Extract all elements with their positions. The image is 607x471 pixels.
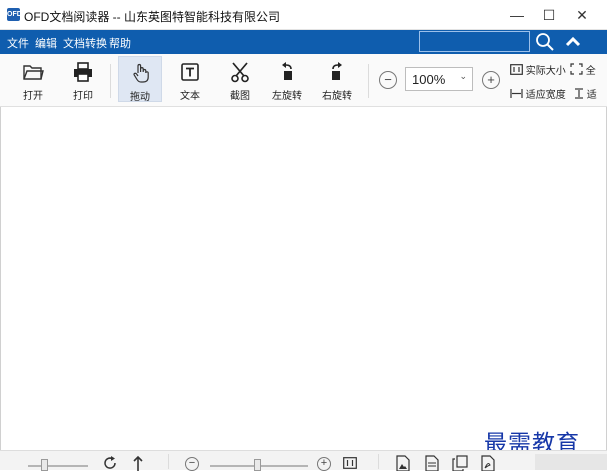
toolbar: 打开 打印 拖动 文本 截图 左旋转 右旋转 − 100% ⌄ + 实际大小 全…	[0, 54, 607, 107]
copy-pages-icon[interactable]	[452, 455, 468, 471]
pdf-page-icon[interactable]	[481, 455, 495, 471]
zoom-out-button[interactable]: −	[379, 71, 397, 89]
text-label: 文本	[180, 91, 200, 102]
print-button[interactable]: 打印	[61, 56, 105, 102]
zoom-out-icon: −	[384, 72, 392, 87]
fit-width-icon	[510, 89, 523, 98]
printer-icon	[74, 62, 92, 82]
toolbar-divider	[110, 64, 111, 98]
menu-help[interactable]: 帮助	[109, 35, 131, 51]
fullscreen-button[interactable]: 全	[570, 62, 596, 77]
drag-button[interactable]: 拖动	[118, 56, 162, 103]
fit-page-button[interactable]: 适	[574, 86, 597, 101]
status-zoom-out-button[interactable]: −	[185, 457, 199, 471]
menu-file[interactable]: 文件	[7, 35, 29, 51]
image-page-icon[interactable]	[396, 455, 410, 471]
document-page-icon[interactable]	[425, 455, 439, 471]
fit-width-label: 适应宽度	[525, 90, 566, 101]
text-icon	[181, 63, 199, 81]
close-button[interactable]: ✕	[565, 0, 599, 30]
minimize-icon: —	[510, 7, 524, 23]
zoom-in-button[interactable]: +	[482, 71, 500, 89]
rotate-right-icon	[332, 62, 342, 80]
arrow-up-icon[interactable]	[131, 455, 145, 471]
rotate-right-label: 右旋转	[322, 91, 352, 102]
zoom-in-icon: +	[487, 72, 495, 87]
rotate-right-button[interactable]: 右旋转	[315, 56, 359, 102]
folder-icon	[23, 65, 44, 80]
fit-width-button[interactable]: 适应宽度	[510, 86, 566, 101]
status-grip	[535, 454, 607, 470]
screenshot-label: 截图	[230, 91, 250, 102]
chevron-up-icon[interactable]	[564, 33, 582, 51]
menu-edit[interactable]: 编辑	[35, 35, 57, 51]
fit-page-icon	[575, 88, 583, 99]
fullscreen-icon	[570, 63, 583, 75]
zoom-value: 100%	[412, 72, 446, 87]
actual-size-icon	[510, 64, 523, 75]
status-divider	[168, 454, 169, 469]
drag-label: 拖动	[130, 92, 150, 103]
status-zoom-in-button[interactable]: +	[317, 457, 331, 471]
page-slider-track[interactable]	[28, 465, 88, 467]
zoom-select[interactable]: 100% ⌄	[405, 67, 473, 91]
search-icon[interactable]	[535, 32, 555, 52]
scissors-icon	[231, 62, 249, 83]
actual-size-label: 实际大小	[525, 66, 566, 77]
actual-size-button[interactable]: 实际大小	[510, 62, 566, 77]
page-slider-thumb[interactable]	[41, 459, 48, 471]
rotate-left-button[interactable]: 左旋转	[265, 56, 309, 102]
status-zoom-in-icon: +	[320, 457, 328, 469]
actual-size-status-icon[interactable]	[343, 457, 357, 469]
chevron-down-icon: ⌄	[459, 71, 467, 81]
hand-icon	[133, 63, 149, 83]
zoom-slider-thumb[interactable]	[254, 459, 261, 471]
open-button[interactable]: 打开	[11, 56, 55, 102]
print-label: 打印	[73, 91, 93, 102]
rotate-left-icon	[282, 62, 292, 80]
status-divider	[378, 454, 379, 469]
status-zoom-out-icon: −	[188, 457, 196, 469]
toolbar-divider	[368, 64, 369, 98]
menu-bar: 文件 编辑 文档转换 帮助	[0, 30, 607, 54]
fit-page-label: 适	[586, 90, 597, 101]
screenshot-button[interactable]: 截图	[218, 56, 262, 102]
open-label: 打开	[23, 91, 43, 102]
maximize-icon: ☐	[542, 6, 556, 23]
rotate-left-label: 左旋转	[272, 91, 302, 102]
app-icon: OFD	[7, 8, 22, 21]
refresh-icon[interactable]	[102, 455, 118, 471]
text-button[interactable]: 文本	[168, 56, 212, 102]
window-title: OFD文档阅读器 -- 山东英图特智能科技有限公司	[24, 10, 280, 24]
maximize-button[interactable]: ☐	[532, 0, 566, 30]
status-bar: − +	[0, 450, 607, 471]
document-view[interactable]	[0, 107, 607, 450]
fullscreen-label: 全	[585, 66, 596, 77]
title-bar: OFD OFD文档阅读器 -- 山东英图特智能科技有限公司 — ☐ ✕	[0, 0, 607, 30]
search-input[interactable]	[419, 31, 530, 52]
close-icon: ✕	[576, 6, 588, 23]
minimize-button[interactable]: —	[500, 0, 534, 30]
menu-convert[interactable]: 文档转换	[63, 35, 107, 51]
